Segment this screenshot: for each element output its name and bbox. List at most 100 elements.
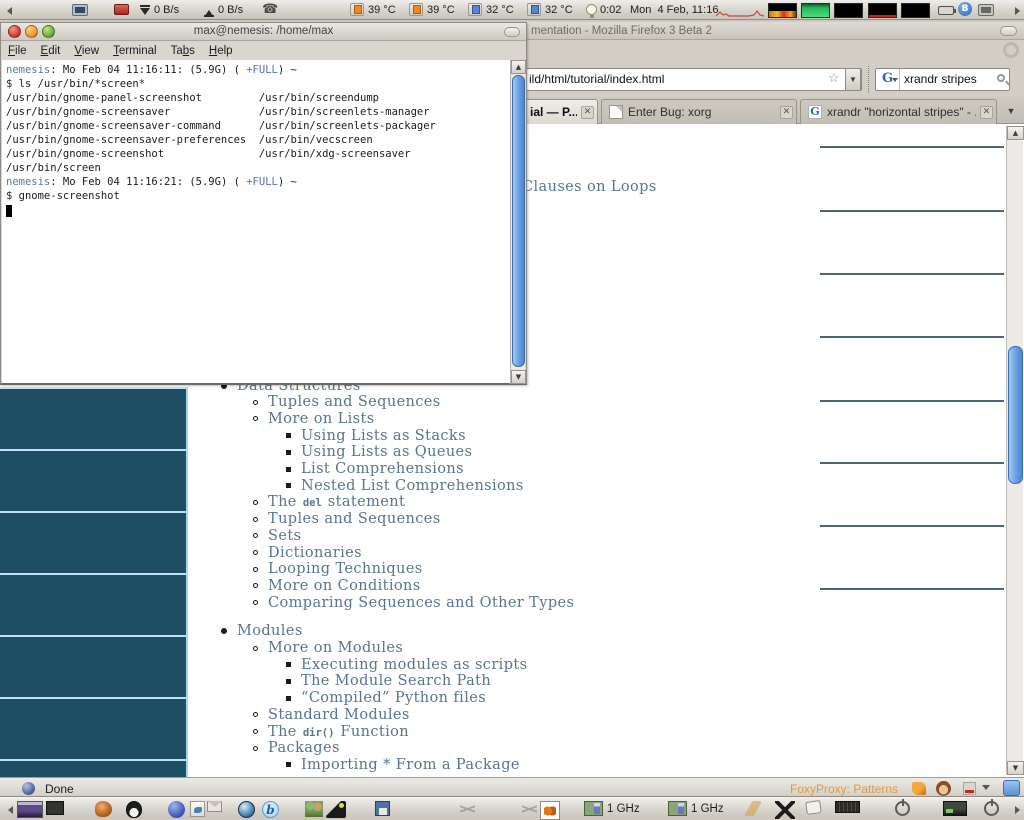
browser-globe-icon[interactable] bbox=[238, 801, 255, 818]
tab-1[interactable]: ial — P... ✕ bbox=[519, 99, 598, 124]
url-input[interactable]: ild/html/tutorial/index.html bbox=[519, 68, 862, 91]
list-all-tabs-button[interactable]: ▼ bbox=[1002, 102, 1020, 120]
panel-show-arrow-right[interactable] bbox=[1013, 801, 1023, 817]
resize-grip[interactable] bbox=[1003, 780, 1020, 796]
panel-show-arrow-right[interactable] bbox=[1013, 2, 1023, 18]
menu-file[interactable]: File bbox=[1, 42, 34, 57]
power-button-icon-1[interactable] bbox=[895, 799, 910, 816]
scroll-down-button[interactable]: ▼ bbox=[1007, 761, 1024, 775]
toc-item[interactable]: Using Lists as Stacks bbox=[286, 427, 466, 444]
panel-hide-arrow-left[interactable] bbox=[2, 801, 13, 817]
search-icon[interactable] bbox=[997, 74, 1005, 82]
scroll-up-button[interactable]: ▲ bbox=[1007, 126, 1024, 140]
phone-icon[interactable]: ☎ bbox=[262, 1, 278, 17]
keyboard-tray-icon[interactable] bbox=[835, 801, 860, 813]
toc-item[interactable]: Modules bbox=[221, 623, 303, 640]
clock-label[interactable]: Mon 4 Feb, 11:16 bbox=[630, 4, 718, 18]
envelope-icon[interactable] bbox=[207, 801, 222, 812]
toc-item[interactable]: Using Lists as Queues bbox=[286, 444, 472, 461]
bluetooth-icon[interactable]: B bbox=[958, 2, 972, 16]
tools-icon[interactable] bbox=[775, 801, 795, 819]
toc-item-partial[interactable]: Clauses on Loops bbox=[522, 179, 657, 195]
tripod-icon[interactable] bbox=[522, 801, 537, 817]
toc-item[interactable]: Tuples and Sequences bbox=[253, 511, 441, 528]
fox-icon[interactable] bbox=[912, 782, 926, 795]
thermal-icon-4[interactable] bbox=[527, 3, 541, 16]
timer-bulb-icon[interactable] bbox=[586, 4, 597, 18]
toc-item[interactable]: Dictionaries bbox=[253, 544, 362, 561]
battery-icon[interactable] bbox=[938, 6, 956, 15]
search-input[interactable]: xrandr stripes bbox=[904, 69, 977, 90]
menu-tabs[interactable]: Tabs bbox=[164, 42, 202, 57]
tab-close-button[interactable]: ✕ bbox=[980, 106, 993, 119]
thermal-icon-2[interactable] bbox=[409, 3, 423, 16]
menu-view[interactable]: View bbox=[67, 42, 106, 57]
butterfly-selector-icon[interactable] bbox=[540, 801, 560, 820]
floppy-mount-icon[interactable] bbox=[375, 801, 390, 816]
load-graph[interactable] bbox=[868, 3, 897, 18]
url-dropdown-button[interactable]: ▼ bbox=[845, 68, 861, 91]
terminal-output[interactable]: nemesis: Mo Feb 04 11:16:11: (5.9G) ( +F… bbox=[2, 60, 511, 383]
menu-help[interactable]: Help bbox=[202, 42, 240, 57]
modem-applet-icon[interactable] bbox=[114, 4, 129, 15]
swap-graph[interactable] bbox=[834, 3, 863, 18]
foxyproxy-status-label[interactable]: FoxyProxy: Patterns bbox=[790, 782, 898, 796]
disk-graph[interactable] bbox=[901, 3, 930, 18]
toc-item[interactable]: Executing modules as scripts bbox=[286, 656, 527, 673]
bag-icon[interactable] bbox=[805, 800, 822, 815]
firefox-scrollbar[interactable]: ▲ ▼ bbox=[1006, 126, 1024, 775]
toc-item[interactable]: Importing * From a Package bbox=[286, 756, 520, 773]
iceweasel-launcher-icon[interactable] bbox=[168, 801, 185, 818]
scrollbar-thumb[interactable] bbox=[1008, 346, 1023, 484]
monkey-icon[interactable] bbox=[936, 781, 951, 796]
bluefish-launcher-icon[interactable]: b bbox=[262, 801, 279, 818]
power-button-icon-2[interactable] bbox=[984, 799, 999, 816]
shade-button[interactable] bbox=[1000, 26, 1017, 36]
google-engine-icon[interactable]: G bbox=[876, 69, 900, 90]
terminal-scrollbar[interactable]: ▲ ▼ bbox=[510, 60, 526, 384]
toc-item[interactable]: More on Conditions bbox=[253, 577, 421, 594]
cpufreq-icon-1[interactable] bbox=[584, 801, 603, 816]
gimp-launcher-icon[interactable] bbox=[95, 801, 112, 817]
image-thumbnail-icon[interactable] bbox=[943, 801, 967, 816]
display-applet-icon[interactable] bbox=[72, 4, 88, 16]
terminal-titlebar[interactable]: max@nemesis: /home/max bbox=[1, 23, 526, 41]
toc-item[interactable]: Nested List Comprehensions bbox=[286, 477, 524, 494]
menu-edit[interactable]: Edit bbox=[34, 42, 68, 57]
terminal-window-thumbnail[interactable] bbox=[46, 801, 64, 815]
chevron-down-icon[interactable] bbox=[982, 785, 990, 794]
thermal-icon-1[interactable] bbox=[350, 3, 364, 16]
network-tower-icon[interactable] bbox=[460, 801, 475, 817]
toc-item[interactable]: The Module Search Path bbox=[286, 673, 491, 690]
bookmark-star-icon[interactable]: ☆ bbox=[828, 70, 840, 86]
scroll-down-button[interactable]: ▼ bbox=[511, 370, 526, 384]
memory-graph[interactable] bbox=[801, 3, 830, 18]
broom-icon[interactable] bbox=[745, 801, 761, 816]
scroll-up-button[interactable]: ▲ bbox=[511, 60, 526, 74]
shade-button[interactable] bbox=[504, 27, 520, 37]
media-player-launcher-icon[interactable] bbox=[126, 801, 142, 818]
display-settings-icon[interactable] bbox=[978, 4, 994, 16]
toc-item[interactable]: Sets bbox=[253, 527, 301, 544]
tab-close-button[interactable]: ✕ bbox=[780, 106, 793, 119]
cpu-graph[interactable] bbox=[768, 3, 797, 18]
search-box[interactable]: G xrandr stripes bbox=[875, 68, 1010, 91]
toc-item[interactable]: More on Modules bbox=[253, 640, 403, 657]
toc-item[interactable]: The del statement bbox=[253, 494, 405, 511]
users-applet-icon[interactable] bbox=[305, 801, 323, 817]
tab-close-button[interactable]: ✕ bbox=[581, 106, 594, 119]
toc-item[interactable]: Looping Techniques bbox=[253, 561, 423, 578]
inkscape-launcher-icon[interactable] bbox=[326, 801, 346, 818]
menu-terminal[interactable]: Terminal bbox=[106, 42, 163, 57]
tab-2[interactable]: Enter Bug: xorg ✕ bbox=[601, 99, 797, 124]
cpufreq-icon-2[interactable] bbox=[668, 801, 687, 816]
toc-item[interactable]: More on Lists bbox=[253, 410, 375, 427]
toc-item[interactable]: Packages bbox=[253, 740, 340, 757]
screenshot-thumbnail[interactable] bbox=[17, 801, 43, 818]
panel-hide-arrow-left[interactable] bbox=[1, 2, 12, 18]
toc-item[interactable]: The dir() Function bbox=[253, 723, 409, 740]
toc-item[interactable]: “Compiled” Python files bbox=[286, 690, 486, 707]
adblock-icon[interactable] bbox=[963, 782, 976, 795]
toc-item[interactable]: List Comprehensions bbox=[286, 461, 464, 478]
scrollbar-thumb[interactable] bbox=[512, 75, 525, 367]
